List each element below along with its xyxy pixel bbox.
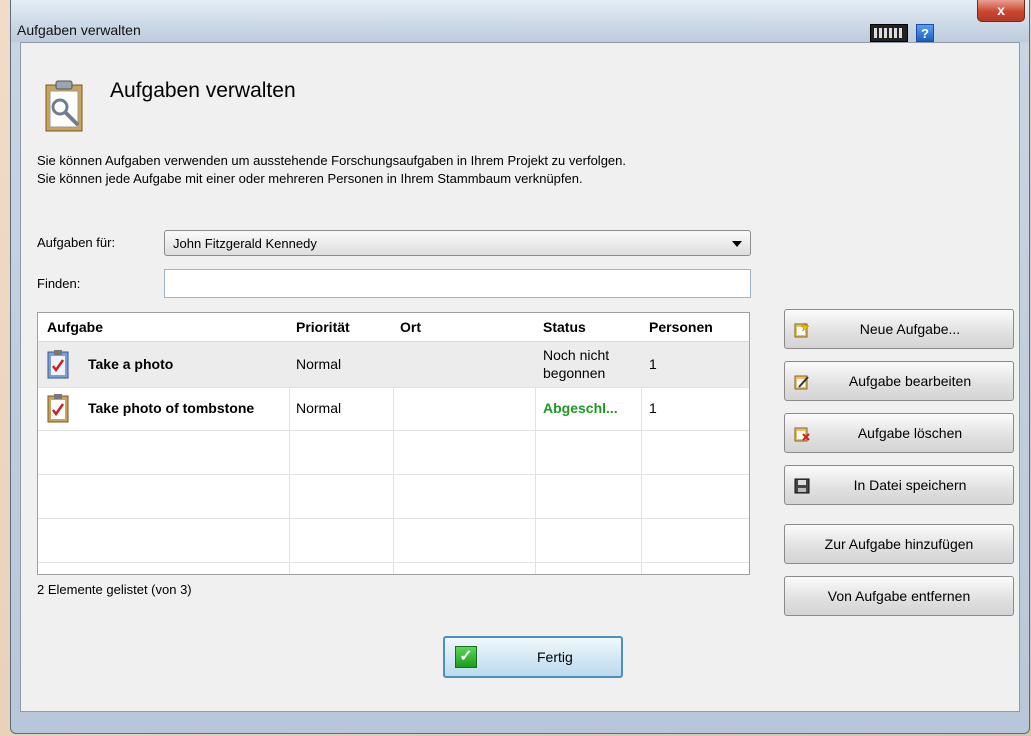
empty-row: [38, 519, 749, 563]
add-to-task-button-label: Zur Aufgabe hinzufügen: [824, 536, 974, 552]
column-header-status[interactable]: Status: [543, 319, 586, 335]
add-to-task-button[interactable]: Zur Aufgabe hinzufügen: [784, 524, 1014, 564]
window-title: Aufgaben verwalten: [17, 22, 141, 38]
empty-row: [38, 431, 749, 475]
task-priority: Normal: [296, 400, 342, 416]
chevron-down-icon: [732, 241, 742, 247]
save-to-file-button-label: In Datei speichern: [853, 477, 967, 493]
description-line-2: Sie können jede Aufgabe mit einer oder m…: [37, 171, 583, 186]
task-clipboard-icon: [47, 350, 69, 379]
task-persons: 1: [649, 400, 657, 416]
new-task-button[interactable]: Neue Aufgabe...: [784, 309, 1014, 349]
task-status-line-1: Noch nicht: [543, 347, 610, 363]
column-header-priority[interactable]: Priorität: [296, 319, 350, 335]
remove-from-task-button-label: Von Aufgabe entfernen: [827, 588, 971, 604]
table-header: Aufgabe Priorität Ort Status Personen: [38, 313, 749, 342]
clipboard-tools-icon: [45, 80, 83, 132]
column-header-task[interactable]: Aufgabe: [47, 319, 103, 335]
dialog-content: Aufgaben verwalten Sie können Aufgaben v…: [20, 42, 1020, 712]
task-status: Abgeschl...: [543, 400, 618, 416]
delete-task-button[interactable]: Aufgabe löschen: [784, 413, 1014, 453]
table-row[interactable]: Take a photo Normal Noch nicht begonnen …: [38, 342, 749, 388]
done-button[interactable]: ✓ Fertig: [443, 636, 623, 678]
column-header-place[interactable]: Ort: [400, 319, 421, 335]
empty-row: [38, 475, 749, 519]
delete-task-button-label: Aufgabe löschen: [857, 425, 963, 441]
title-bar: Aufgaben verwalten ? x: [11, 0, 1029, 42]
person-dropdown-value: John Fitzgerald Kennedy: [173, 236, 317, 251]
task-clipboard-icon: [47, 394, 69, 423]
task-name: Take a photo: [88, 356, 174, 372]
items-count: 2 Elemente gelistet (von 3): [37, 582, 192, 597]
dialog-window: Aufgaben verwalten ? x Aufgaben verwalte…: [10, 0, 1030, 734]
edit-task-button[interactable]: Aufgabe bearbeiten: [784, 361, 1014, 401]
find-input[interactable]: [164, 269, 751, 298]
task-name: Take photo of tombstone: [88, 400, 255, 416]
help-icon[interactable]: ?: [916, 24, 934, 42]
tasks-for-label: Aufgaben für:: [37, 235, 116, 250]
task-status-line-2: begonnen: [543, 365, 606, 381]
checkmark-icon: ✓: [455, 646, 477, 668]
task-table: Aufgabe Priorität Ort Status Personen Ta…: [37, 312, 750, 575]
page-title: Aufgaben verwalten: [110, 79, 296, 102]
edit-task-button-label: Aufgabe bearbeiten: [848, 373, 972, 389]
column-header-persons[interactable]: Personen: [649, 319, 713, 335]
done-button-label: Fertig: [537, 649, 573, 665]
person-dropdown[interactable]: John Fitzgerald Kennedy: [164, 230, 751, 256]
keyboard-icon[interactable]: [870, 24, 908, 42]
description-line-1: Sie können Aufgaben verwenden um aussteh…: [37, 153, 626, 168]
find-label: Finden:: [37, 276, 81, 291]
new-task-button-label: Neue Aufgabe...: [859, 321, 961, 337]
table-row[interactable]: Take photo of tombstone Normal Abgeschl.…: [38, 388, 749, 431]
task-priority: Normal: [296, 356, 342, 372]
save-to-file-button[interactable]: In Datei speichern: [784, 465, 1014, 505]
task-persons: 1: [649, 356, 657, 372]
close-button[interactable]: x: [977, 0, 1025, 22]
remove-from-task-button[interactable]: Von Aufgabe entfernen: [784, 576, 1014, 616]
